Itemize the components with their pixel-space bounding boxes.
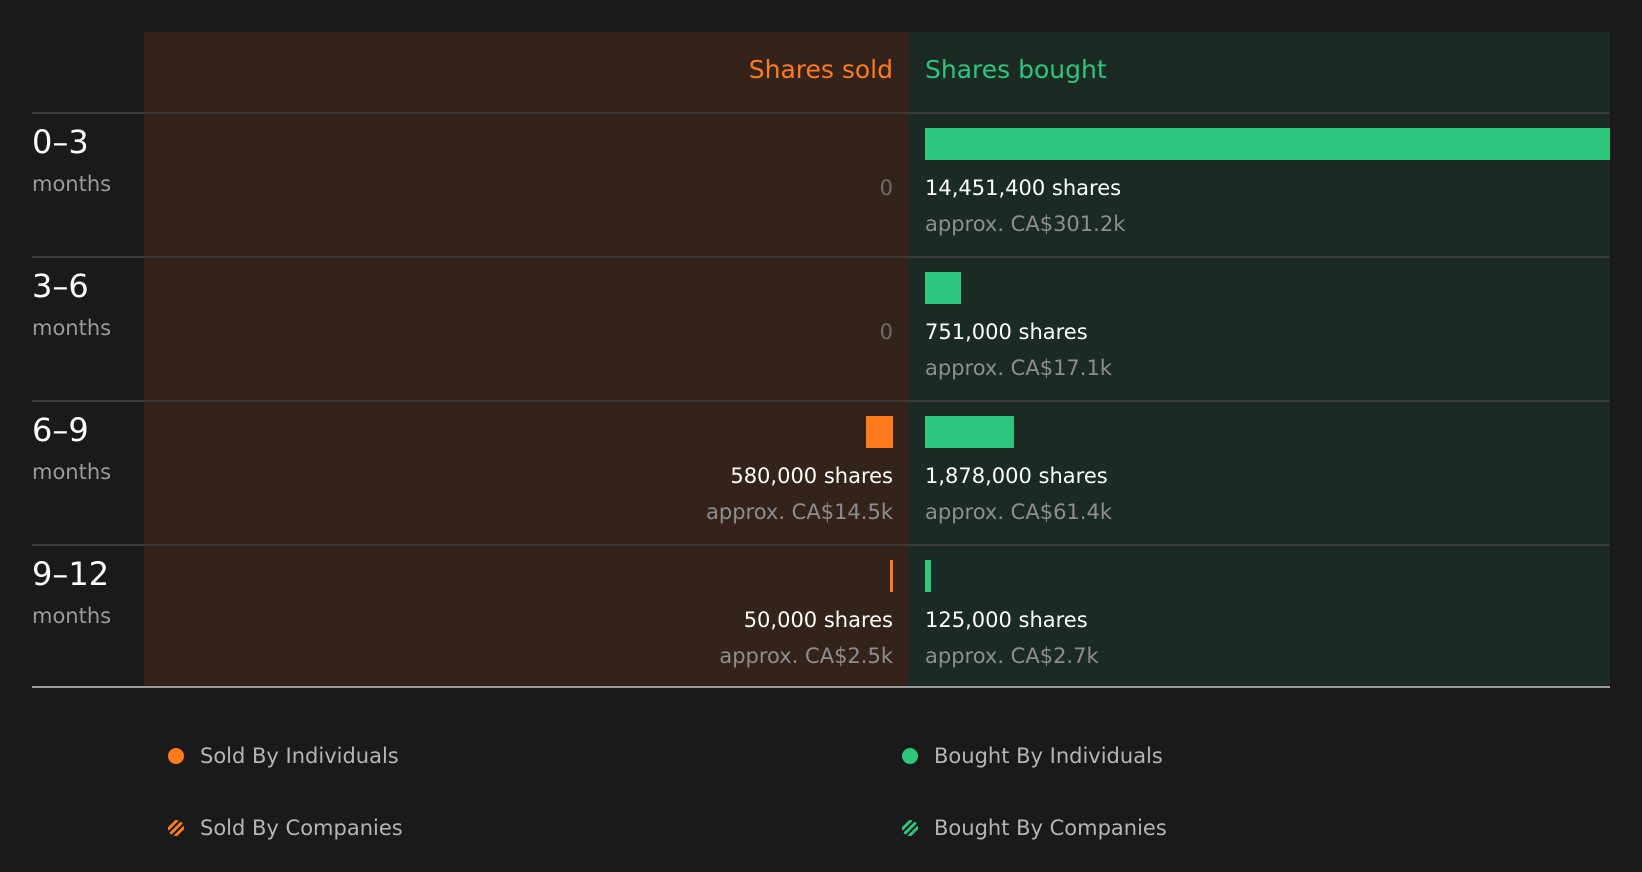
legend-item: Bought By Individuals bbox=[902, 741, 1163, 771]
bought-value-label: approx. CA$61.4k bbox=[925, 500, 1112, 524]
chart-baseline bbox=[32, 686, 1610, 688]
sold-shares-label: 580,000 shares bbox=[730, 464, 893, 488]
sold-value-label: approx. CA$2.5k bbox=[719, 644, 893, 668]
sold-bar bbox=[890, 560, 893, 592]
bought-value-label: approx. CA$301.2k bbox=[925, 212, 1126, 236]
sold-zero-label: 0 bbox=[879, 176, 893, 200]
solid-dot-icon bbox=[168, 748, 184, 764]
sold-panel-background bbox=[144, 32, 909, 687]
period-label: 9–12 bbox=[32, 555, 110, 593]
legend-item: Bought By Companies bbox=[902, 813, 1167, 843]
hatched-dot-icon bbox=[902, 820, 918, 836]
bought-shares-label: 751,000 shares bbox=[925, 320, 1088, 344]
shares-sold-header: Shares sold bbox=[748, 55, 893, 84]
bought-value-label: approx. CA$2.7k bbox=[925, 644, 1099, 668]
sold-value-label: approx. CA$14.5k bbox=[706, 500, 893, 524]
legend-item: Sold By Individuals bbox=[168, 741, 399, 771]
row-divider bbox=[32, 400, 1610, 402]
bought-shares-label: 14,451,400 shares bbox=[925, 176, 1122, 200]
legend-item: Sold By Companies bbox=[168, 813, 403, 843]
period-unit-label: months bbox=[32, 460, 112, 484]
period-label: 0–3 bbox=[32, 123, 89, 161]
bought-shares-label: 1,878,000 shares bbox=[925, 464, 1108, 488]
shares-bought-header: Shares bought bbox=[925, 55, 1107, 84]
period-label: 6–9 bbox=[32, 411, 89, 449]
bought-shares-label: 125,000 shares bbox=[925, 608, 1088, 632]
sold-zero-label: 0 bbox=[879, 320, 893, 344]
legend-label: Bought By Individuals bbox=[934, 744, 1163, 768]
period-unit-label: months bbox=[32, 172, 112, 196]
hatched-dot-icon bbox=[168, 820, 184, 836]
legend-label: Sold By Companies bbox=[200, 816, 403, 840]
legend-label: Bought By Companies bbox=[934, 816, 1167, 840]
bought-bar bbox=[925, 560, 931, 592]
bought-value-label: approx. CA$17.1k bbox=[925, 356, 1112, 380]
sold-shares-label: 50,000 shares bbox=[743, 608, 893, 632]
row-divider bbox=[32, 112, 1610, 114]
sold-bar bbox=[866, 416, 893, 448]
period-label: 3–6 bbox=[32, 267, 89, 305]
solid-dot-icon bbox=[902, 748, 918, 764]
period-unit-label: months bbox=[32, 604, 112, 628]
bought-bar bbox=[925, 128, 1610, 160]
bought-bar bbox=[925, 272, 961, 304]
row-divider bbox=[32, 544, 1610, 546]
legend-label: Sold By Individuals bbox=[200, 744, 399, 768]
bought-bar bbox=[925, 416, 1014, 448]
period-unit-label: months bbox=[32, 316, 112, 340]
row-divider bbox=[32, 256, 1610, 258]
